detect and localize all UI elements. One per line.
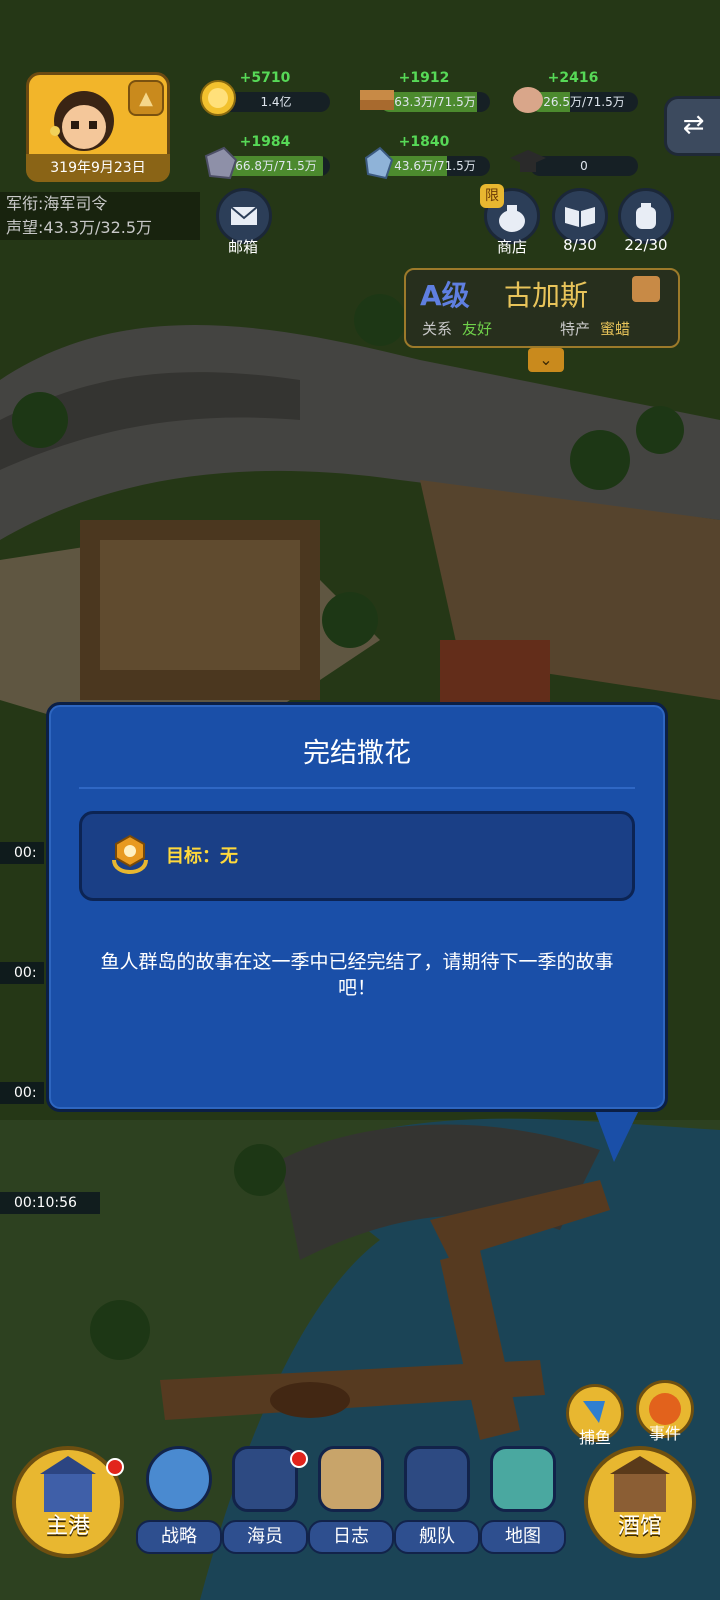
events-label: 事件 xyxy=(648,1424,681,1443)
map-button[interactable]: 地图 xyxy=(480,1446,566,1556)
game-date: 319年9月23日 xyxy=(26,154,170,182)
title-divider xyxy=(79,787,635,789)
strategy-button[interactable]: 战略 xyxy=(136,1446,222,1556)
fleet-label: 舰队 xyxy=(394,1520,480,1554)
tavern-label: 酒馆 xyxy=(617,1514,662,1539)
timer-3: 00: xyxy=(0,1082,44,1104)
swap-arrows-icon: ⇄ xyxy=(682,110,705,140)
relation-label: 关系 xyxy=(422,320,453,338)
chevron-down-icon[interactable]: ⌄ xyxy=(528,348,564,372)
story-complete-dialog: 完结撒花 目标：无 鱼人群岛的故事在这一季中已经完结了，请期待下一季的故事吧！ xyxy=(46,702,668,1112)
resource-wood[interactable]: +1912 63.3万/71.5万 xyxy=(358,70,490,112)
shop-limited-tag: 限 xyxy=(480,184,504,208)
timer-2: 00: xyxy=(0,962,44,984)
city-info-card[interactable]: A级 古加斯 关系 友好 特产 蜜蜡 xyxy=(404,268,680,348)
books-count: 8/30 xyxy=(563,236,597,254)
timer-ship: 00:10:56 xyxy=(0,1192,100,1214)
swap-arrows-button[interactable]: ⇄ xyxy=(664,96,720,156)
shop-label: 商店 xyxy=(496,238,527,256)
scholar-amount: 0 xyxy=(580,159,588,173)
city-name: 古加斯 xyxy=(504,279,589,312)
crew-portrait-icon xyxy=(232,1446,298,1512)
crew-notification-dot xyxy=(290,1450,308,1468)
gold-coin-icon xyxy=(200,80,236,116)
iron-amount: 66.8万/71.5万 xyxy=(235,159,317,173)
dialog-pointer xyxy=(594,1108,640,1162)
resource-meat[interactable]: +2416 26.5万/71.5万 xyxy=(508,70,638,113)
rank-triangle-icon: ▲ xyxy=(128,80,164,116)
fishing-label: 捕鱼 xyxy=(578,1428,611,1447)
wood-planks-icon xyxy=(360,90,394,110)
globe-icon xyxy=(146,1446,212,1512)
inventory-count: 22/30 xyxy=(624,236,668,254)
city-grade: A级 xyxy=(420,279,470,312)
wax-crate-icon xyxy=(632,276,660,302)
backpack-icon xyxy=(636,203,656,229)
military-rank-label: 军衔:海军司令 xyxy=(0,192,200,216)
goal-box: 目标：无 xyxy=(79,811,635,901)
crystal-amount: 43.6万/71.5万 xyxy=(394,159,476,173)
meat-amount: 26.5万/71.5万 xyxy=(543,95,625,109)
fame-label: 声望:43.3万/32.5万 xyxy=(0,216,200,240)
resource-scholar[interactable]: 0 xyxy=(508,134,638,176)
resource-crystal[interactable]: +1840 43.6万/71.5万 xyxy=(358,134,490,180)
relation-value: 友好 xyxy=(462,320,493,338)
tavern-button[interactable]: 酒馆 xyxy=(584,1446,696,1558)
laurel-badge-icon xyxy=(112,834,148,875)
home-notification-dot xyxy=(106,1458,124,1476)
goal-text: 目标：无 xyxy=(166,846,238,867)
crystal-icon xyxy=(364,146,394,180)
wood-amount: 63.3万/71.5万 xyxy=(394,95,476,109)
fleet-button[interactable]: 舰队 xyxy=(394,1446,480,1556)
log-label: 日志 xyxy=(308,1520,394,1554)
iron-ore-icon xyxy=(204,146,238,180)
timer-1: 00: xyxy=(0,842,44,864)
scroll-quill-icon xyxy=(318,1446,384,1512)
graduation-cap-icon xyxy=(510,150,546,172)
specialty-value: 蜜蜡 xyxy=(600,320,631,338)
resource-iron[interactable]: +1984 66.8万/71.5万 xyxy=(200,134,330,180)
log-button[interactable]: 日志 xyxy=(308,1446,394,1556)
dialog-message: 鱼人群岛的故事在这一季中已经完结了，请期待下一季的故事吧！ xyxy=(100,951,614,999)
envelope-icon xyxy=(230,206,258,225)
home-port-label: 主港 xyxy=(45,1514,90,1539)
gold-amount: 1.4亿 xyxy=(260,95,292,109)
strategy-label: 战略 xyxy=(136,1520,222,1554)
open-book-icon xyxy=(565,207,595,227)
meat-icon xyxy=(513,87,543,113)
dialog-title: 完结撒花 xyxy=(303,738,411,769)
resource-gold[interactable]: +5710 1.4亿 xyxy=(200,70,330,116)
sailing-ship-icon xyxy=(404,1446,470,1512)
crew-label: 海员 xyxy=(222,1520,308,1554)
mail-label: 邮箱 xyxy=(227,238,258,256)
treasure-map-icon xyxy=(490,1446,556,1512)
map-label: 地图 xyxy=(480,1520,566,1554)
specialty-label: 特产 xyxy=(560,320,591,338)
